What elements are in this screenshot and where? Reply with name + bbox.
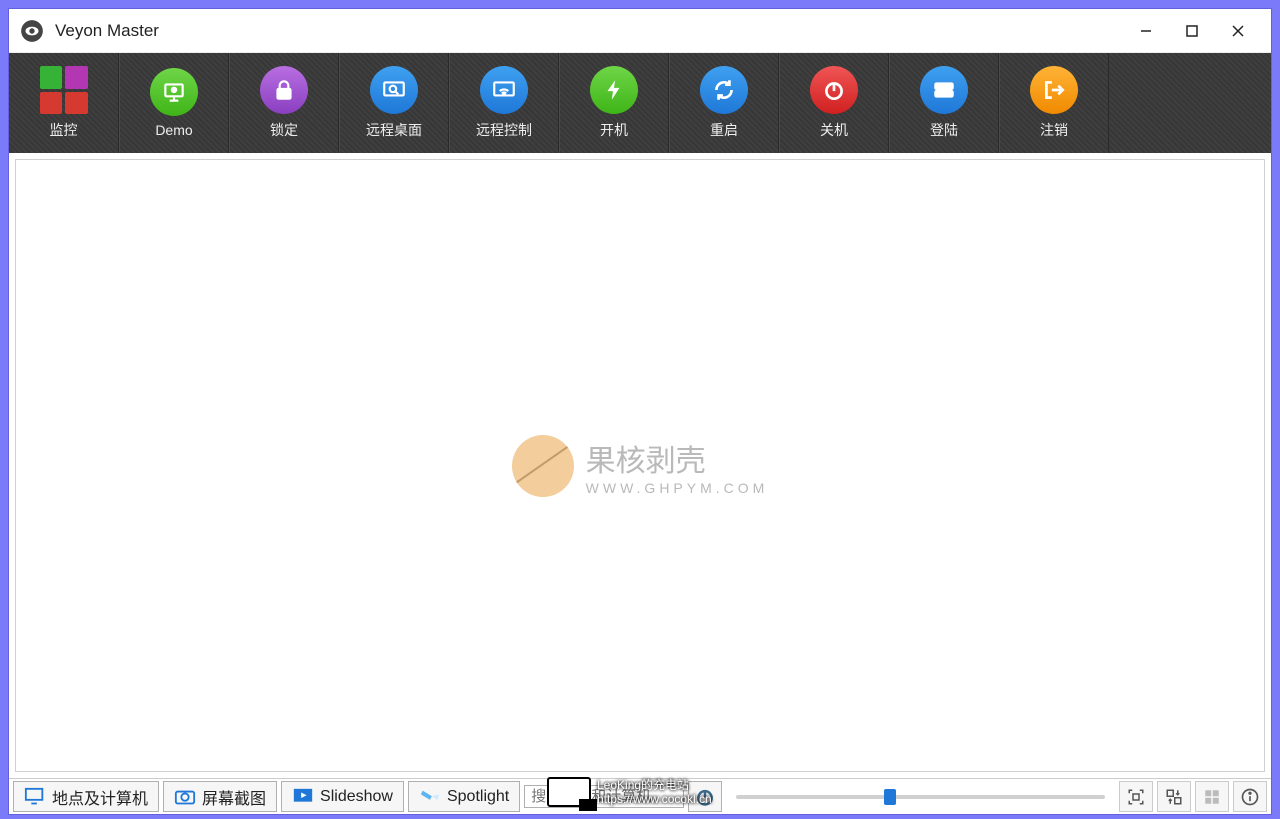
exit-icon (1030, 66, 1078, 114)
toolbar-remote-control[interactable]: 远程控制 (449, 53, 559, 153)
maximize-button[interactable] (1169, 15, 1215, 47)
main-toolbar: 监控 Demo 锁定 远程桌面 远程控制 开机 重启 关机 (9, 53, 1271, 153)
monitor-grid-icon (40, 66, 88, 114)
refresh-icon (700, 66, 748, 114)
tab-label: Slideshow (320, 788, 393, 806)
tab-locations[interactable]: 地点及计算机 (13, 781, 159, 812)
bolt-icon (590, 66, 638, 114)
app-window: Veyon Master 监控 Demo 锁定 远程桌面 远程控制 开机 (8, 8, 1272, 815)
close-button[interactable] (1215, 15, 1261, 47)
minimize-button[interactable] (1123, 15, 1169, 47)
power-icon (810, 66, 858, 114)
toolbar-login[interactable]: 登陆 (889, 53, 999, 153)
monitor-outline-icon (24, 788, 46, 806)
zoom-slider[interactable] (726, 781, 1115, 812)
play-screen-icon (292, 788, 314, 806)
toolbar-label: 开机 (600, 120, 628, 140)
toolbar-label: 远程桌面 (366, 120, 422, 140)
tab-slideshow[interactable]: Slideshow (281, 781, 404, 812)
watermark-icon (512, 435, 574, 497)
overlay-monitor-icon (547, 777, 591, 807)
titlebar: Veyon Master (9, 9, 1271, 53)
magnify-screen-icon (370, 66, 418, 114)
app-title: Veyon Master (55, 21, 159, 41)
toolbar-monitor[interactable]: 监控 (9, 53, 119, 153)
app-icon (19, 18, 45, 44)
overlay-tooltip: LeoKing的充电站 https://www.cocokl.cn (547, 772, 767, 812)
overlay-line1: LeoKing的充电站 (597, 778, 712, 792)
sort-button[interactable] (1157, 781, 1191, 812)
flashlight-icon (419, 788, 441, 806)
toolbar-power-on[interactable]: 开机 (559, 53, 669, 153)
toolbar-label: 锁定 (270, 120, 298, 140)
toolbar-remote-desktop[interactable]: 远程桌面 (339, 53, 449, 153)
watermark-text2: WWW.GHPYM.COM (586, 480, 769, 496)
toolbar-shutdown[interactable]: 关机 (779, 53, 889, 153)
toolbar-label: Demo (155, 122, 192, 138)
overlay-line2: https://www.cocokl.cn (597, 792, 712, 806)
toolbar-label: 远程控制 (476, 120, 532, 140)
tab-label: 地点及计算机 (52, 785, 148, 809)
presentation-icon (150, 68, 198, 116)
content-panel: 果核剥壳 WWW.GHPYM.COM (15, 159, 1265, 772)
wifi-screen-icon (480, 66, 528, 114)
lock-icon (260, 66, 308, 114)
watermark-text1: 果核剥壳 (586, 436, 769, 480)
tab-label: Spotlight (447, 788, 509, 806)
watermark: 果核剥壳 WWW.GHPYM.COM (512, 435, 769, 497)
server-icon (920, 66, 968, 114)
info-button[interactable] (1233, 781, 1267, 812)
toolbar-label: 重启 (710, 120, 738, 140)
toolbar-demo[interactable]: Demo (119, 53, 229, 153)
toolbar-reboot[interactable]: 重启 (669, 53, 779, 153)
tab-spotlight[interactable]: Spotlight (408, 781, 520, 812)
tab-screenshot[interactable]: 屏幕截图 (163, 781, 277, 812)
tab-label: 屏幕截图 (202, 785, 266, 809)
toolbar-logout[interactable]: 注销 (999, 53, 1109, 153)
fit-button[interactable] (1119, 781, 1153, 812)
grid-button[interactable] (1195, 781, 1229, 812)
toolbar-lock[interactable]: 锁定 (229, 53, 339, 153)
toolbar-label: 监控 (50, 120, 78, 140)
toolbar-label: 关机 (820, 120, 848, 140)
camera-icon (174, 788, 196, 806)
toolbar-label: 登陆 (930, 120, 958, 140)
toolbar-label: 注销 (1040, 120, 1068, 140)
